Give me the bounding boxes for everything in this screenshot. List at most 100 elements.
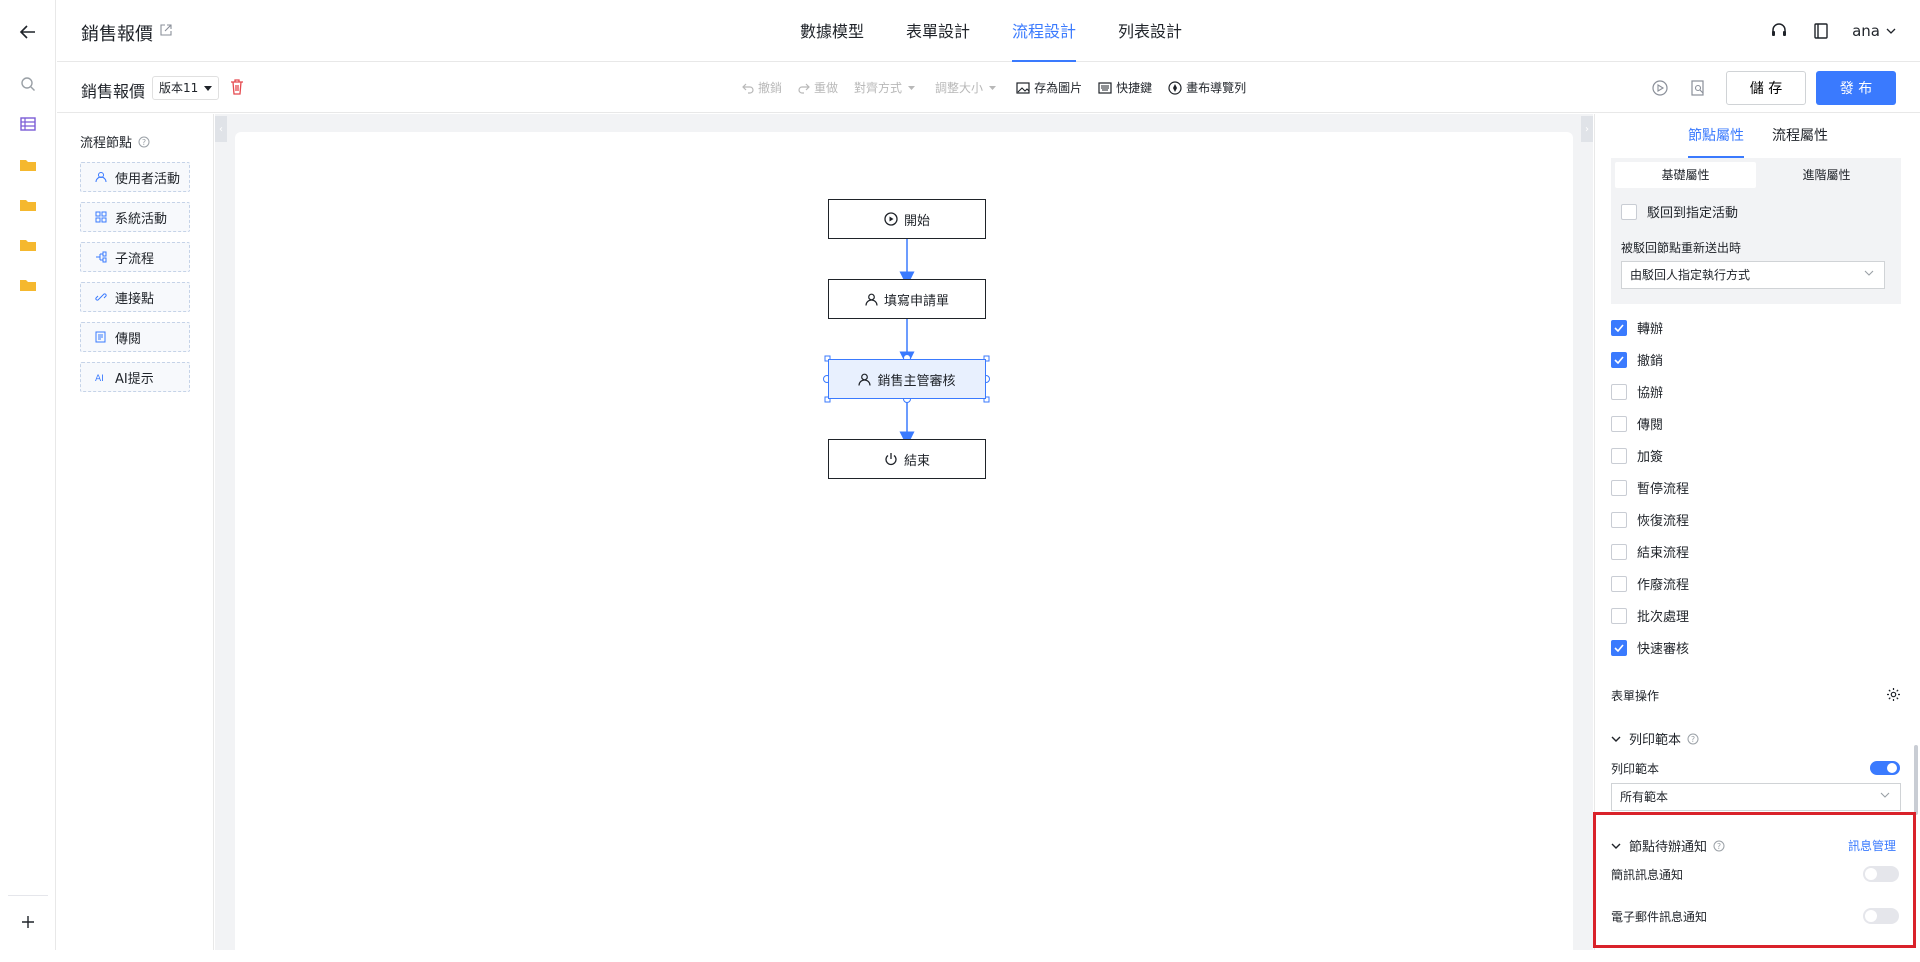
message-management-link[interactable]: 訊息管理	[1848, 837, 1896, 854]
reject-to-activity-checkbox[interactable]: 駁回到指定活動	[1621, 202, 1738, 221]
app-title: 銷售報價	[81, 24, 153, 45]
palette-subprocess[interactable]: 子流程	[80, 242, 190, 272]
action-checkbox[interactable]: 加簽	[1611, 446, 1663, 465]
folder-icon[interactable]	[16, 152, 40, 176]
redo-button[interactable]: 重做	[798, 79, 838, 96]
toggle-knob	[1865, 910, 1877, 922]
help-icon[interactable]: ?	[1713, 840, 1725, 852]
add-icon[interactable]	[16, 910, 40, 934]
checkbox-label: 快速審核	[1637, 642, 1690, 657]
doc-title: 銷售報價	[81, 82, 146, 101]
redo-icon	[798, 83, 810, 94]
gear-icon[interactable]	[1886, 687, 1901, 702]
tab-list-design[interactable]: 列表設計	[1118, 0, 1182, 62]
print-template-toggle[interactable]	[1870, 761, 1900, 775]
link-icon	[95, 293, 107, 301]
palette-circulate[interactable]: 傳閱	[80, 322, 190, 352]
palette-connector[interactable]: 連接點	[80, 282, 190, 312]
help-icon[interactable]: ?	[1687, 733, 1699, 745]
resize-dropdown[interactable]: 調整大小	[935, 79, 1000, 96]
email-notify-toggle[interactable]	[1863, 908, 1899, 924]
notify-section-header[interactable]: 節點待辦通知 ?	[1611, 836, 1725, 855]
action-checkbox[interactable]: 作廢流程	[1611, 574, 1689, 593]
canvas-nav-label: 畫布導覽列	[1186, 81, 1247, 95]
tab-data-model[interactable]: 數據模型	[800, 0, 864, 62]
action-checkbox[interactable]: 撤銷	[1611, 350, 1663, 369]
palette-user-activity[interactable]: 使用者活動	[80, 162, 190, 192]
checkbox-label: 加簽	[1637, 450, 1664, 465]
resubmit-select[interactable]: 由駁回人指定執行方式	[1621, 261, 1885, 289]
caret-down-icon	[989, 85, 997, 90]
print-template-select[interactable]: 所有範本	[1611, 783, 1901, 811]
seg-advanced-props[interactable]: 進階屬性	[1756, 162, 1897, 188]
tab-form-design[interactable]: 表單設計	[906, 0, 970, 62]
folder-icon[interactable]	[16, 232, 40, 256]
save-image-button[interactable]: 存為圖片	[1016, 79, 1082, 96]
svg-text:?: ?	[1717, 842, 1721, 851]
node-palette: 流程節點 ? 使用者活動 系統活動 子流程 連接點 傳閱 AI AI提示	[57, 114, 214, 950]
folder-icon[interactable]	[16, 192, 40, 216]
save-button[interactable]: 儲 存	[1726, 71, 1806, 105]
delete-icon[interactable]	[230, 79, 244, 95]
action-checkbox[interactable]: 傳閱	[1611, 414, 1663, 433]
flow-node-sales-manager-review[interactable]: 銷售主管審核	[828, 359, 986, 399]
tab-flow-props[interactable]: 流程屬性	[1772, 114, 1828, 158]
flow-node-fill-form[interactable]: 填寫申請單	[828, 279, 986, 319]
document-icon	[95, 331, 106, 343]
sms-notify-toggle[interactable]	[1863, 866, 1899, 882]
tab-flow-design[interactable]: 流程設計	[1012, 0, 1077, 62]
print-section-header[interactable]: 列印範本 ?	[1611, 729, 1699, 748]
external-link-icon[interactable]	[160, 24, 172, 36]
tab-node-props[interactable]: 節點屬性	[1688, 114, 1744, 158]
search-icon[interactable]	[16, 72, 40, 96]
top-header: 銷售報價 數據模型 表單設計 流程設計 列表設計 ana	[57, 0, 1920, 62]
action-checkbox[interactable]: 轉辦	[1611, 318, 1663, 337]
play-icon[interactable]	[1650, 78, 1670, 98]
chevron-down-icon	[1880, 792, 1890, 798]
user-icon	[865, 293, 878, 306]
action-checkbox[interactable]: 批次處理	[1611, 606, 1689, 625]
support-icon[interactable]	[1768, 20, 1790, 42]
help-icon[interactable]: ?	[138, 136, 150, 148]
resubmit-label: 被駁回節點重新送出時	[1621, 241, 1742, 255]
palette-system-activity[interactable]: 系統活動	[80, 202, 190, 232]
collapse-left-icon[interactable]: ‹	[215, 116, 227, 142]
user-menu[interactable]: ana	[1852, 22, 1896, 40]
props-scrollbar[interactable]	[1914, 745, 1918, 815]
toggle-knob	[1865, 868, 1877, 880]
image-icon	[1016, 81, 1030, 94]
align-dropdown[interactable]: 對齊方式	[854, 79, 919, 96]
publish-button[interactable]: 發 布	[1816, 71, 1896, 105]
back-arrow-icon[interactable]	[16, 20, 40, 44]
palette-ai-prompt[interactable]: AI AI提示	[80, 362, 190, 392]
canvas-nav-button[interactable]: 畫布導覽列	[1168, 79, 1246, 96]
print-toggle-label: 列印範本	[1611, 762, 1660, 776]
palette-title-text: 流程節點	[80, 136, 133, 151]
user-name: ana	[1852, 22, 1880, 40]
checkbox-label: 作廢流程	[1637, 578, 1690, 593]
inspect-icon[interactable]	[1688, 78, 1708, 98]
action-checkbox[interactable]: 結束流程	[1611, 542, 1689, 561]
version-select[interactable]: 版本11	[152, 76, 220, 100]
keyboard-icon	[1098, 81, 1112, 94]
palette-item-label: 連接點	[115, 291, 155, 307]
book-icon[interactable]	[1810, 20, 1832, 42]
undo-button[interactable]: 撤銷	[742, 79, 782, 96]
seg-basic-props[interactable]: 基礎屬性	[1615, 162, 1756, 188]
collapse-right-icon[interactable]: ›	[1581, 116, 1593, 142]
action-checkbox[interactable]: 快速審核	[1611, 638, 1689, 657]
table-icon[interactable]	[16, 112, 40, 136]
flow-canvas[interactable]: 開始 填寫申請單 銷售主管審核 結束	[235, 132, 1573, 962]
shortcuts-button[interactable]: 快捷鍵	[1098, 79, 1152, 96]
flow-node-end[interactable]: 結束	[828, 439, 986, 479]
palette-item-label: AI提示	[115, 371, 154, 387]
checkbox-label: 協辦	[1637, 386, 1664, 401]
folder-icon[interactable]	[16, 272, 40, 296]
checkbox-box	[1611, 479, 1627, 496]
action-checkbox[interactable]: 恢復流程	[1611, 510, 1689, 529]
action-checkbox[interactable]: 暫停流程	[1611, 478, 1689, 497]
checkbox-label: 撤銷	[1637, 354, 1664, 369]
action-checkbox[interactable]: 協辦	[1611, 382, 1663, 401]
toggle-knob	[1887, 763, 1897, 773]
flow-node-start[interactable]: 開始	[828, 199, 986, 239]
